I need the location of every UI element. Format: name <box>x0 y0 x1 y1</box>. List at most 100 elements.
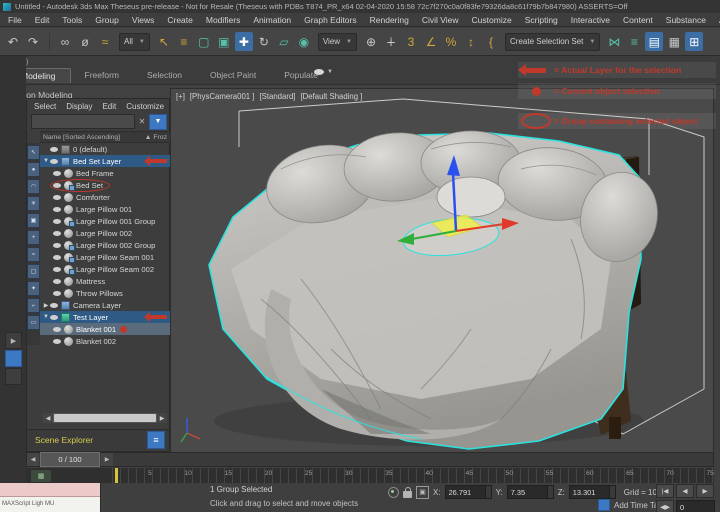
reference-coordinate-system-dropdown[interactable]: View▼ <box>315 33 360 51</box>
select-and-move-icon[interactable]: ✚ <box>235 32 253 51</box>
visibility-eye-icon[interactable] <box>53 219 61 224</box>
display-geometry-icon[interactable]: ● <box>27 162 40 177</box>
select-and-rotate-icon[interactable]: ↻ <box>255 32 273 51</box>
row-large-pillow-001-group[interactable]: Large Pillow 001 Group <box>40 215 170 227</box>
ribbon-tab-selection[interactable]: Selection <box>133 68 196 82</box>
select-and-link-icon[interactable]: ∞ <box>56 32 74 51</box>
bind-to-space-warp-icon[interactable]: ≈ <box>96 32 114 51</box>
listener-pane[interactable]: MAXScript Ligh MU <box>0 497 100 512</box>
visibility-eye-icon[interactable] <box>53 255 61 260</box>
scrollbar-thumb[interactable] <box>54 414 156 422</box>
row-0-default[interactable]: 0 (default) <box>40 143 170 155</box>
ribbon-tab-object-paint[interactable]: Object Paint <box>196 68 270 82</box>
snaps-toggle-icon[interactable]: 3 <box>402 32 420 51</box>
row-bed-set[interactable]: Bed Set <box>40 179 170 191</box>
visibility-eye-icon[interactable] <box>53 243 61 248</box>
display-bones-icon[interactable]: ⌐ <box>27 298 40 313</box>
menu-item[interactable]: Views <box>132 15 155 25</box>
explorer-menu-item[interactable]: Select <box>34 102 56 111</box>
add-time-tag[interactable]: Add Time Tag <box>598 499 663 511</box>
expand-closed-icon[interactable]: ▶ <box>42 302 50 309</box>
search-input[interactable] <box>31 114 135 129</box>
display-lights-icon[interactable]: ☀ <box>27 196 40 211</box>
visibility-eye-icon[interactable] <box>53 171 61 176</box>
macro-recorder-pane[interactable] <box>0 483 100 497</box>
menu-item[interactable]: Group <box>95 15 119 25</box>
use-pivot-point-center-icon[interactable]: ⊕ <box>362 32 380 51</box>
row-comforter[interactable]: Comforter <box>40 191 170 203</box>
docked-tool-button[interactable] <box>5 368 22 385</box>
scroll-left-icon[interactable]: ◀ <box>43 413 53 423</box>
explorer-menu-item[interactable]: Customize <box>126 102 164 111</box>
row-bed-frame[interactable]: Bed Frame <box>40 167 170 179</box>
menu-item[interactable]: File <box>8 15 22 25</box>
display-shapes-icon[interactable]: ◠ <box>27 179 40 194</box>
viewport-label-segment[interactable]: [PhysCamera001 ] <box>190 92 255 101</box>
angle-snap-icon[interactable]: ∠ <box>422 32 440 51</box>
row-blanket-001[interactable]: Blanket 001 <box>40 323 170 335</box>
row-blanket-002[interactable]: Blanket 002 <box>40 335 170 347</box>
column-header-row[interactable]: Name [Sorted Ascending] ▲ Froz <box>40 131 170 143</box>
visibility-eye-icon[interactable] <box>50 159 58 164</box>
menu-item[interactable]: Rendering <box>370 15 409 25</box>
scroll-right-icon[interactable]: ▶ <box>157 413 167 423</box>
viewport-label-segment[interactable]: [Standard] <box>259 92 295 101</box>
menu-item[interactable]: Interactive <box>571 15 610 25</box>
mirror-icon[interactable]: ⋈ <box>605 32 623 51</box>
menu-item[interactable]: Scripting <box>525 15 558 25</box>
previous-frame-button[interactable]: ◀ <box>676 484 694 498</box>
window-crossing-icon[interactable]: ▣ <box>215 32 233 51</box>
visibility-eye-icon[interactable] <box>53 291 61 296</box>
row-large-pillow-001[interactable]: Large Pillow 001 <box>40 203 170 215</box>
visibility-eye-icon[interactable] <box>53 231 61 236</box>
visibility-eye-icon[interactable] <box>53 195 61 200</box>
play-button[interactable]: ▶ <box>696 484 714 498</box>
rectangular-selection-region-icon[interactable]: ▢ <box>195 32 213 51</box>
select-and-place-icon[interactable]: ◉ <box>295 32 313 51</box>
expand-panel-arrow-button[interactable]: ▶ <box>5 332 22 349</box>
menu-item[interactable]: Modifiers <box>206 15 240 25</box>
viewport-label-segment[interactable]: [+] <box>176 92 185 101</box>
percent-snap-icon[interactable]: % <box>442 32 460 51</box>
explorer-window-menu-button[interactable]: ≡ <box>147 431 165 449</box>
visibility-eye-icon[interactable] <box>50 315 58 320</box>
key-mode-toggle-button[interactable]: ◀▶ <box>656 500 674 512</box>
viewport-label-segment[interactable]: [Default Shading ] <box>300 92 362 101</box>
redo-icon[interactable]: ↷ <box>24 32 42 51</box>
spinner-snap-icon[interactable]: ↕ <box>462 32 480 51</box>
select-object-icon[interactable]: ↖ <box>155 32 173 51</box>
track-bar[interactable]: ▦ 51015202530354045505560657075 <box>26 468 714 484</box>
expand-open-icon[interactable]: ▼ <box>42 314 50 320</box>
display-helpers-icon[interactable]: + <box>27 230 40 245</box>
menu-item[interactable]: Substance <box>666 15 706 25</box>
time-back-icon[interactable]: ◀ <box>27 453 39 466</box>
mini-curve-editor-button[interactable]: ▦ <box>30 469 52 483</box>
visibility-eye-icon[interactable] <box>53 279 61 284</box>
select-and-manipulate-icon[interactable]: ∔ <box>382 32 400 51</box>
name-column-header[interactable]: Name [Sorted Ascending] <box>43 134 120 141</box>
menu-item[interactable]: Graph Editors <box>304 15 356 25</box>
display-spacewarps-icon[interactable]: ≈ <box>27 247 40 262</box>
menu-item[interactable]: Customize <box>472 15 512 25</box>
isolate-selection-icon[interactable] <box>388 487 399 498</box>
visibility-eye-icon[interactable] <box>53 267 61 272</box>
track-ruler[interactable]: 51015202530354045505560657075 <box>112 468 714 483</box>
row-large-pillow-002-group[interactable]: Large Pillow 002 Group <box>40 239 170 251</box>
menu-item[interactable]: Create <box>167 15 193 25</box>
selection-lock-icon[interactable] <box>403 491 412 498</box>
row-large-pillow-seam-001[interactable]: Large Pillow Seam 001 <box>40 251 170 263</box>
align-icon[interactable]: ≡ <box>625 32 643 51</box>
time-slider[interactable]: ◀ 0 / 100 ▶ <box>26 452 714 467</box>
ribbon-tab-freeform[interactable]: Freeform <box>71 68 133 82</box>
horizontal-scrollbar[interactable]: ◀ ▶ <box>43 413 167 423</box>
display-groups-icon[interactable]: ▢ <box>27 264 40 279</box>
y-coordinate-field[interactable]: 7.35 <box>507 485 554 499</box>
explorer-menu-item[interactable]: Edit <box>102 102 116 111</box>
maxscript-mini-listener[interactable]: MAXScript Ligh MU <box>0 483 101 512</box>
visibility-eye-icon[interactable] <box>53 327 61 332</box>
toggle-scene-explorer-icon[interactable]: ▤ <box>645 32 663 51</box>
row-large-pillow-seam-002[interactable]: Large Pillow Seam 002 <box>40 263 170 275</box>
selection-filter-dropdown[interactable]: All▼ <box>116 33 153 51</box>
ribbon-display-toggle[interactable]: ▼ <box>314 69 333 75</box>
visibility-eye-icon[interactable] <box>53 339 61 344</box>
